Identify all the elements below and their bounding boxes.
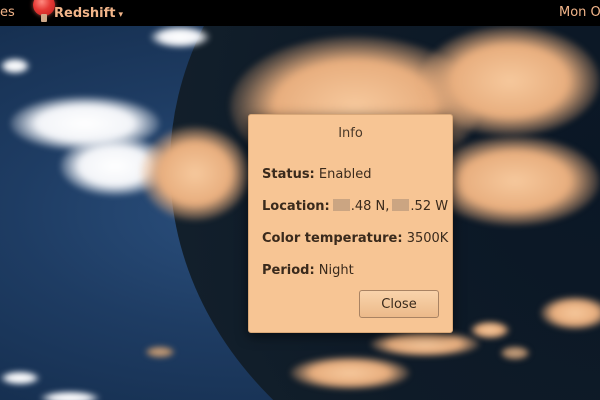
period-value: Night <box>318 263 354 278</box>
location-row: Location: .48 N, .52 W <box>262 199 448 214</box>
cloud <box>500 346 530 360</box>
cloud <box>0 371 40 385</box>
app-menu-label: Redshift <box>54 6 116 21</box>
cloud <box>430 136 600 226</box>
location-latitude: .48 N, <box>350 199 390 214</box>
period-row: Period: Night <box>262 263 354 278</box>
temperature-row: Color temperature: 3500K <box>262 231 448 246</box>
period-label: Period: <box>262 263 315 278</box>
activities-button[interactable]: es <box>0 5 15 20</box>
temperature-label: Color temperature: <box>262 231 403 246</box>
app-menu-button[interactable]: Redshift ▾ <box>54 6 123 21</box>
cloud <box>140 126 250 221</box>
cloud <box>150 26 210 48</box>
temperature-value: 3500K <box>406 231 449 246</box>
status-value: Enabled <box>318 167 372 182</box>
cloud <box>40 391 100 400</box>
location-label: Location: <box>262 199 330 214</box>
status-row: Status: Enabled <box>262 167 371 182</box>
dialog-title: Info <box>338 126 363 141</box>
info-dialog: Info Status: Enabled Location: .48 N, .52 … <box>248 114 453 333</box>
redshift-bulb-icon[interactable] <box>33 0 55 22</box>
status-label: Status: <box>262 167 315 182</box>
cloud <box>145 346 175 358</box>
clock[interactable]: Mon O <box>559 5 600 20</box>
cloud <box>370 331 480 357</box>
close-button[interactable]: Close <box>359 290 439 318</box>
redacted-block <box>392 199 410 211</box>
cloud <box>0 58 30 74</box>
top-bar: es Redshift ▾ Mon O <box>0 0 600 26</box>
cloud <box>540 296 600 330</box>
cloud <box>470 321 510 339</box>
chevron-down-icon: ▾ <box>118 10 123 20</box>
location-longitude: .52 W <box>410 199 449 214</box>
redacted-block <box>332 199 350 211</box>
cloud <box>290 356 410 390</box>
